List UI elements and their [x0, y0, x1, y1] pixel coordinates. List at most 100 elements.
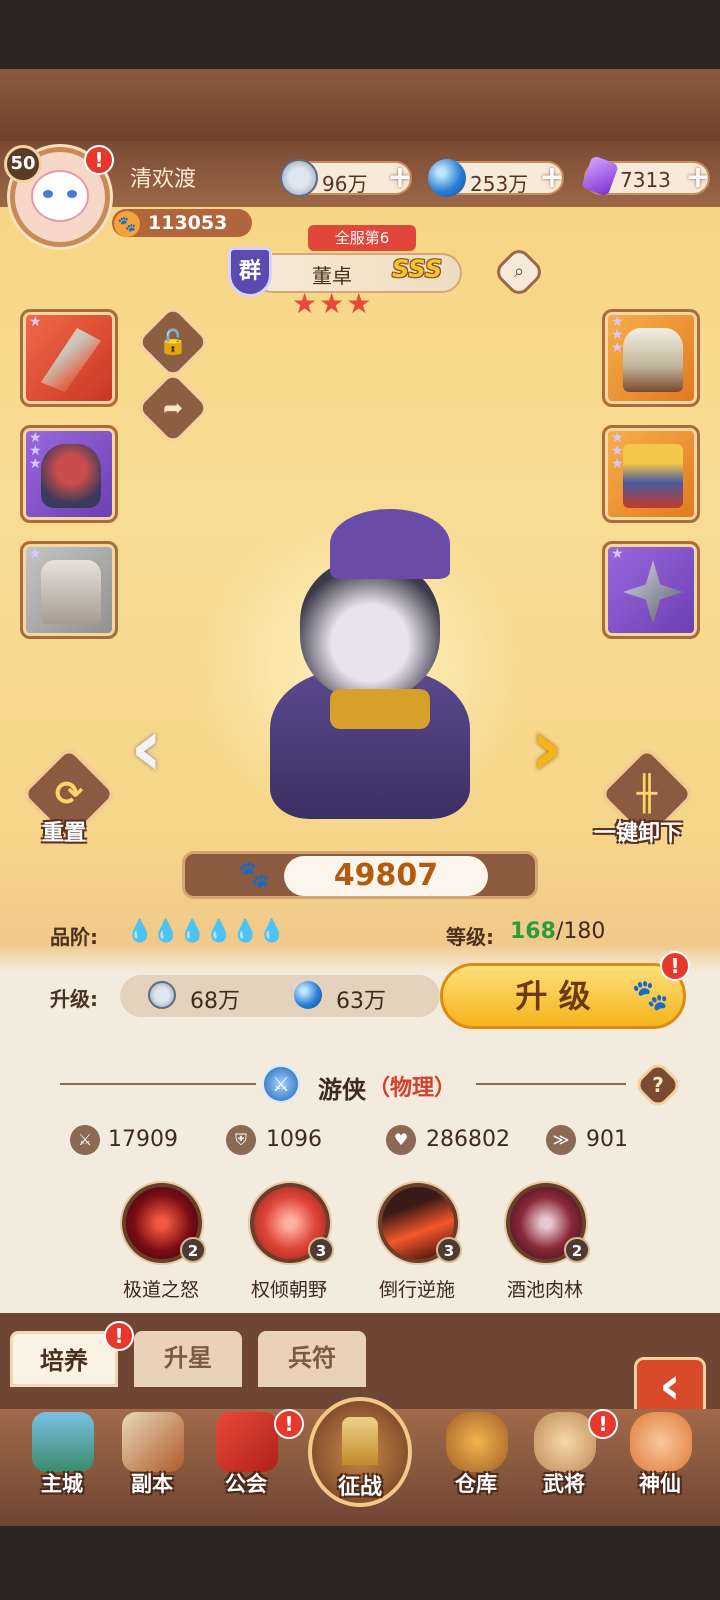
- game-screen: 50 ! 清欢渡 🐾 113053 96万 + 253万 + 7313 + 全服…: [0, 69, 720, 1526]
- flag-icon: [216, 1412, 278, 1472]
- boot-speed-icon: ≫: [546, 1125, 576, 1155]
- add-copper-icon[interactable]: +: [386, 163, 414, 193]
- help-button[interactable]: ?: [632, 1059, 684, 1111]
- equip-slot-boots[interactable]: ★ ★ ★: [602, 425, 700, 523]
- blue-orb-icon: [294, 981, 322, 1009]
- boots-icon: [623, 444, 683, 508]
- dart-icon: [623, 560, 683, 624]
- upgrade-button-label: 升 级: [515, 977, 591, 1015]
- skill-name: 极道之怒: [122, 1279, 199, 1301]
- class-icon: ⚔: [262, 1065, 300, 1103]
- nav-dungeon[interactable]: 副本: [112, 1412, 192, 1502]
- add-gem-icon[interactable]: +: [684, 163, 712, 193]
- skill-level: 3: [308, 1237, 334, 1263]
- avatar-eye-right: [67, 190, 77, 198]
- drop-icon: 💧: [231, 919, 259, 944]
- skill-2[interactable]: 3: [250, 1183, 334, 1263]
- skill-level: 2: [564, 1237, 590, 1263]
- nav-generals-alert-icon: !: [588, 1409, 618, 1439]
- equip-stars: ★: [29, 314, 42, 330]
- hero-portrait: [180, 489, 540, 849]
- nav-label: 神仙: [639, 1472, 681, 1496]
- level-current: 168: [510, 919, 556, 944]
- skill-name: 权倾朝野: [250, 1279, 327, 1301]
- nav-label: 征战: [337, 1475, 382, 1500]
- nav-main-city[interactable]: 主城: [22, 1412, 102, 1502]
- tab-cultivate[interactable]: 培养: [10, 1331, 118, 1387]
- quality-label: 品阶:: [50, 925, 98, 949]
- hero-head: [300, 559, 440, 699]
- equip-slot-armor[interactable]: ★ ★ ★: [602, 309, 700, 407]
- skill-name: 倒行逆施: [378, 1279, 455, 1301]
- coin-icon: [148, 981, 176, 1009]
- nav-campaign[interactable]: 征战: [308, 1397, 412, 1507]
- search-icon: ⌕: [513, 261, 525, 282]
- resource-jade[interactable]: 253万 +: [428, 159, 566, 197]
- avatar-alert-icon: !: [84, 145, 114, 175]
- nav-guild-alert-icon: !: [274, 1409, 304, 1439]
- resource-jade-value: 253万: [470, 172, 529, 196]
- upgrade-button[interactable]: 升 级 🐾: [440, 963, 686, 1029]
- avatar-eye-left: [43, 190, 53, 198]
- lock-button[interactable]: 🔓: [134, 303, 212, 381]
- add-jade-icon[interactable]: +: [538, 163, 566, 193]
- unequip-all-label: 一键卸下: [594, 821, 683, 846]
- resource-gem[interactable]: 7313 +: [581, 155, 712, 197]
- bag-icon: [446, 1412, 508, 1472]
- stat-hp: 286802: [426, 1127, 510, 1152]
- skill-3[interactable]: 3: [378, 1183, 462, 1263]
- tab-star-up[interactable]: 升星: [134, 1331, 242, 1387]
- equip-slot-dart[interactable]: ★: [602, 541, 700, 639]
- stat-defense: 1096: [266, 1127, 322, 1152]
- blue-orb-icon: [428, 159, 466, 197]
- equip-slot-helmet[interactable]: ★ ★ ★: [20, 425, 118, 523]
- equip-slot-seal[interactable]: ★: [20, 541, 118, 639]
- power-paw-icon: 🐾: [237, 860, 271, 890]
- player-name: 清欢渡: [130, 167, 197, 192]
- nav-label: 公会: [225, 1472, 267, 1496]
- helmet-icon: [41, 444, 101, 508]
- heart-icon: ♥: [386, 1125, 416, 1155]
- reset-label: 重置: [42, 821, 87, 846]
- hero-belt: [330, 689, 430, 729]
- resource-copper[interactable]: 96万 +: [280, 159, 414, 197]
- sword-icon: [122, 1412, 184, 1472]
- share-icon: ➦: [162, 394, 184, 422]
- nav-warehouse[interactable]: 仓库: [436, 1412, 516, 1502]
- resource-copper-value: 96万: [322, 172, 368, 196]
- gate-icon: [342, 1417, 378, 1465]
- castle-icon: [32, 1412, 94, 1472]
- hero-hat: [330, 509, 450, 579]
- armor-icon: [623, 328, 683, 392]
- skill-name: 酒池肉林: [506, 1279, 583, 1301]
- cat-immortal-icon: [630, 1412, 692, 1472]
- hero-stars: ★★★: [292, 287, 373, 320]
- next-hero-arrow[interactable]: ›: [530, 708, 586, 789]
- player-power: 113053: [148, 212, 228, 234]
- search-hero-button[interactable]: ⌕: [492, 245, 546, 299]
- skill-1[interactable]: 2: [122, 1183, 206, 1263]
- drop-icon: 💧: [205, 919, 232, 944]
- share-button[interactable]: ➦: [134, 369, 212, 447]
- shield-icon: ⛨: [226, 1125, 256, 1155]
- equip-stars: ★: [611, 546, 624, 562]
- faction-badge: 群: [228, 247, 272, 297]
- equip-stars: ★ ★ ★: [611, 314, 624, 356]
- nav-label: 武将: [543, 1472, 585, 1496]
- equip-stars: ★ ★ ★: [611, 430, 624, 472]
- equip-slot-weapon[interactable]: ★: [20, 309, 118, 407]
- nav-immortals[interactable]: 神仙: [620, 1412, 700, 1502]
- unlock-icon: 🔓: [158, 328, 188, 356]
- equip-stars: ★: [29, 546, 42, 562]
- blade-icon: [41, 328, 101, 392]
- hero-name: 董卓: [312, 264, 352, 288]
- upgrade-cost-copper: 68万: [190, 989, 240, 1014]
- skill-4[interactable]: 2: [506, 1183, 590, 1263]
- skill-level: 2: [180, 1237, 206, 1263]
- upgrade-label: 升级:: [50, 987, 98, 1011]
- coin-icon: [280, 159, 318, 197]
- damage-type: （物理）: [368, 1076, 457, 1101]
- hero-class: 游侠: [318, 1076, 366, 1104]
- tab-tally[interactable]: 兵符: [258, 1331, 366, 1387]
- prev-hero-arrow[interactable]: ‹: [130, 708, 186, 789]
